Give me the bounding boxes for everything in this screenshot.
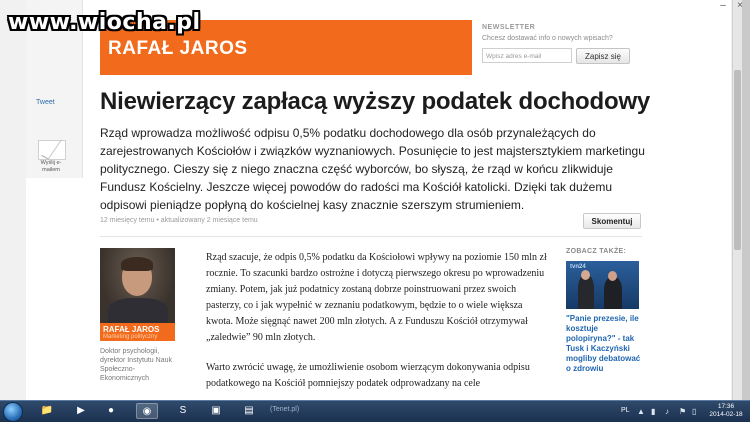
newsletter-email-input[interactable]: Wpisz adres e-mail <box>482 48 572 63</box>
divider <box>100 236 642 237</box>
email-icon[interactable] <box>38 140 66 160</box>
media-player-icon[interactable]: ▶ <box>70 403 92 419</box>
clock-time: 17:36 <box>717 403 735 410</box>
newsletter-box: NEWSLETTER Chcesz dostawać info o nowych… <box>482 24 642 64</box>
author-role: Marketing polityczny <box>103 334 158 340</box>
taskbar: 📁 ▶ ● ◉ S ▣ ▤ (Tenet.pl) PL ▲ ▮ ♪ ⚑ ▯ 17… <box>0 400 750 422</box>
email-share-label[interactable]: Wyślij e-mailem <box>34 160 68 174</box>
app-icon[interactable]: ▣ <box>205 403 227 419</box>
skype-icon[interactable]: S <box>172 403 194 419</box>
browser-window-icon[interactable]: ◉ <box>136 403 158 419</box>
see-also-link[interactable]: "Panie prezesie, ile kosztuje polopiryna… <box>566 314 642 374</box>
newsletter-title: NEWSLETTER <box>482 24 536 31</box>
clock-date: 2014-02-18 <box>709 411 743 418</box>
network-icon[interactable]: ▮ <box>651 407 655 416</box>
volume-icon[interactable]: ♪ <box>665 407 669 416</box>
tray-expand-icon[interactable]: ▲ <box>637 407 645 416</box>
close-icon[interactable]: × <box>733 0 747 12</box>
system-clock[interactable]: 17:36 2014-02-18 <box>706 403 746 419</box>
thumbnail-caption: tvn24 <box>570 264 586 270</box>
watermark: www.wiocha.pl <box>8 10 201 35</box>
article-body: Rząd szacuje, że odpis 0,5% podatku da K… <box>206 250 548 406</box>
start-button[interactable] <box>3 402 23 422</box>
author-name[interactable]: RAFAŁ JAROS <box>103 325 159 334</box>
article-headline: Niewierzący zapłacą wyższy podatek docho… <box>100 88 651 115</box>
article-paragraph: Rząd szacuje, że odpis 0,5% podatku da K… <box>206 252 547 343</box>
comment-button[interactable]: Skomentuj <box>583 213 641 229</box>
explorer-icon[interactable]: 📁 <box>36 403 58 419</box>
author-bio: Doktor psychologii, dyrektor Instytutu N… <box>100 348 172 382</box>
article-paragraph: Warto zwrócić uwagę, że umożliwienie oso… <box>206 362 530 389</box>
tweet-button[interactable]: Tweet <box>36 99 55 106</box>
see-also-thumbnail[interactable]: tvn24 <box>566 261 639 309</box>
language-indicator[interactable]: PL <box>621 407 630 414</box>
author-banner-name[interactable]: RAFAŁ JAROS <box>108 38 248 60</box>
minimize-icon[interactable]: – <box>716 0 730 12</box>
flag-icon[interactable]: ⚑ <box>679 407 686 416</box>
see-also-box: ZOBACZ TAKŻE: tvn24 "Panie prezesie, ile… <box>566 248 642 374</box>
article-meta: 12 miesięcy temu • aktualizowany 2 miesi… <box>100 217 258 224</box>
taskbar-window-title[interactable]: (Tenet.pl) <box>270 406 299 413</box>
archive-icon[interactable]: ▤ <box>238 403 260 419</box>
see-also-title: ZOBACZ TAKŻE: <box>566 248 627 255</box>
scrollbar-thumb[interactable] <box>734 70 741 250</box>
firefox-icon[interactable]: ● <box>100 403 122 419</box>
window-border <box>742 0 750 400</box>
author-photo[interactable] <box>100 248 175 323</box>
newsletter-description: Chcesz dostawać info o nowych wpisach? <box>482 35 613 42</box>
article-lead: Rząd wprowadza możliwość odpisu 0,5% pod… <box>100 126 645 212</box>
battery-icon[interactable]: ▯ <box>692 407 696 416</box>
vertical-scrollbar[interactable] <box>732 0 742 400</box>
subscribe-button[interactable]: Zapisz się <box>576 48 630 64</box>
author-tag[interactable]: RAFAŁ JAROS Marketing polityczny <box>100 323 175 341</box>
